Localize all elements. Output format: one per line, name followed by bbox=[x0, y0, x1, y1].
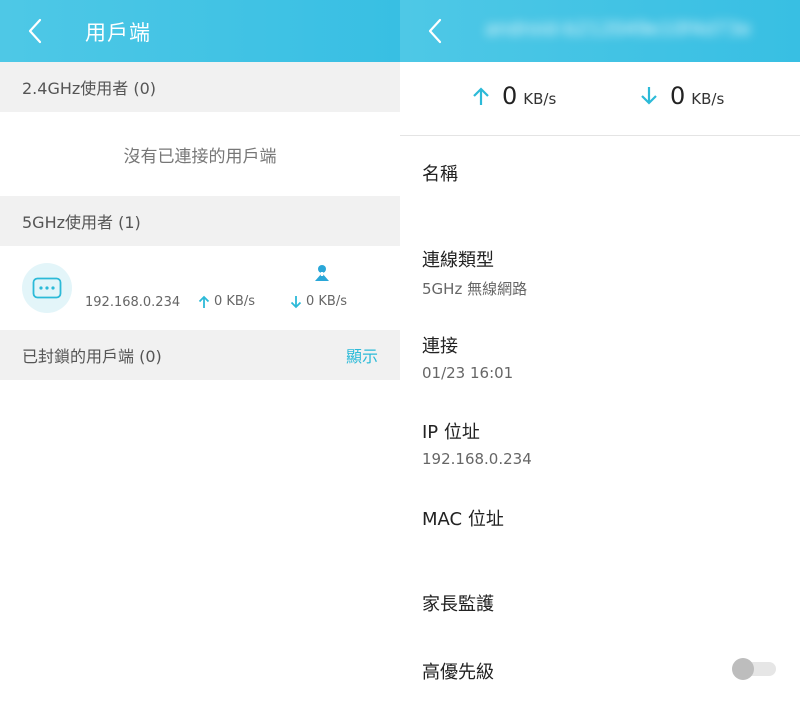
section-24ghz-header: 2.4GHz使用者 (0) bbox=[0, 62, 400, 112]
parental-control-label: 家長監護 bbox=[422, 594, 494, 615]
download-arrow-icon bbox=[641, 87, 657, 105]
client-detail-panel: android-b212049e10f4d73e 0 KB/s 0 KB/s 名… bbox=[400, 0, 800, 716]
device-id-title: android-b212049e10f4d73e bbox=[485, 18, 752, 40]
back-arrow-icon bbox=[428, 18, 442, 44]
mac-address-label: MAC 位址 bbox=[422, 509, 504, 530]
connected-time-value: 01/23 16:01 bbox=[422, 364, 514, 382]
section-5ghz-header: 5GHz使用者 (1) bbox=[0, 196, 400, 246]
upload-value: 0 bbox=[502, 82, 518, 110]
back-arrow-icon bbox=[28, 18, 42, 44]
parent-user-icon bbox=[314, 264, 330, 286]
upload-arrow-icon bbox=[473, 87, 489, 105]
upload-unit: KB/s bbox=[523, 90, 557, 108]
client-download-value: 0 KB/s bbox=[306, 294, 347, 309]
high-priority-field: 高優先級 bbox=[422, 658, 494, 684]
client-list-panel: 用戶端 2.4GHz使用者 (0) 沒有已連接的用戶端 5GHz使用者 (1) … bbox=[0, 0, 400, 716]
name-label: 名稱 bbox=[422, 164, 458, 185]
connection-type-field: 連線類型 5GHz 無線網路 bbox=[422, 246, 527, 299]
ip-address-label: IP 位址 bbox=[422, 422, 480, 443]
client-download-speed: 0 KB/s bbox=[290, 294, 347, 309]
download-arrow-icon bbox=[290, 295, 302, 308]
empty-clients-message: 沒有已連接的用戶端 bbox=[123, 146, 277, 167]
connected-time-field: 連接 01/23 16:01 bbox=[422, 332, 513, 382]
download-value: 0 bbox=[670, 82, 686, 110]
connection-type-label: 連線類型 bbox=[422, 250, 494, 271]
back-button[interactable] bbox=[18, 14, 52, 48]
client-list-header: 用戶端 bbox=[0, 0, 400, 62]
page-title: 用戶端 bbox=[85, 21, 151, 45]
avatar bbox=[22, 263, 72, 313]
download-unit: KB/s bbox=[691, 90, 725, 108]
speed-summary: 0 KB/s 0 KB/s bbox=[400, 62, 800, 136]
mac-address-field: MAC 位址 bbox=[422, 505, 504, 531]
high-priority-label: 高優先級 bbox=[422, 662, 494, 683]
ip-address-field: IP 位址 192.168.0.234 bbox=[422, 418, 532, 468]
client-row[interactable]: 192.168.0.234 0 KB/s 0 KB/s bbox=[0, 246, 400, 330]
client-detail-header: android-b212049e10f4d73e bbox=[400, 0, 800, 62]
client-upload-speed: 0 KB/s bbox=[198, 294, 255, 309]
connection-type-value: 5GHz 無線網路 bbox=[422, 280, 528, 298]
section-5ghz-title: 5GHz使用者 (1) bbox=[22, 213, 141, 232]
upload-speed: 0 KB/s bbox=[472, 82, 556, 110]
client-ip: 192.168.0.234 bbox=[85, 295, 181, 310]
parental-control-field[interactable]: 家長監護 bbox=[422, 590, 494, 616]
client-upload-value: 0 KB/s bbox=[214, 294, 255, 309]
upload-arrow-icon bbox=[198, 295, 210, 308]
more-dots-icon bbox=[32, 277, 62, 299]
back-button[interactable] bbox=[418, 14, 452, 48]
high-priority-toggle[interactable] bbox=[732, 658, 776, 680]
download-speed: 0 KB/s bbox=[640, 82, 724, 110]
toggle-knob bbox=[732, 658, 754, 680]
blocked-clients-title: 已封鎖的用戶端 (0) bbox=[22, 347, 162, 366]
connected-time-label: 連接 bbox=[422, 336, 458, 357]
show-blocked-link[interactable]: 顯示 bbox=[346, 343, 378, 367]
blocked-clients-header: 已封鎖的用戶端 (0) 顯示 bbox=[0, 330, 400, 380]
ip-address-value: 192.168.0.234 bbox=[422, 450, 532, 468]
name-field[interactable]: 名稱 bbox=[422, 160, 458, 186]
section-24ghz-title: 2.4GHz使用者 (0) bbox=[22, 79, 157, 98]
